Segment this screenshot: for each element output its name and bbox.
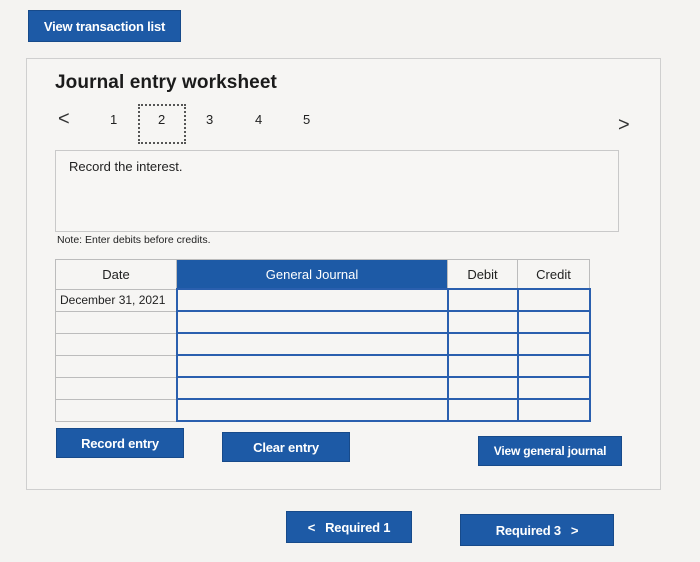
table-row — [55, 376, 591, 400]
table-row: December 31, 2021 — [55, 288, 591, 312]
account-input[interactable] — [175, 288, 449, 312]
debit-input[interactable] — [446, 376, 519, 400]
chevron-right-icon: > — [570, 522, 579, 538]
required-1-button[interactable]: < Required 1 — [286, 511, 412, 543]
chevron-right-icon[interactable]: > — [618, 114, 630, 137]
date-cell: December 31, 2021 — [55, 288, 177, 312]
table-row — [55, 398, 591, 422]
view-transaction-list-label: View transaction list — [43, 18, 166, 34]
page-title: Journal entry worksheet — [55, 72, 277, 93]
account-input[interactable] — [175, 310, 449, 334]
account-input[interactable] — [175, 332, 449, 356]
credit-input[interactable] — [516, 398, 591, 422]
credit-input[interactable] — [516, 332, 591, 356]
journal-table: Date General Journal Debit Credit Decemb… — [55, 259, 591, 422]
table-row — [55, 354, 591, 378]
column-header-date: Date — [55, 259, 177, 290]
debits-note: Note: Enter debits before credits. — [57, 234, 211, 246]
credit-input[interactable] — [516, 376, 591, 400]
page: View transaction list Journal entry work… — [0, 0, 700, 562]
credit-input[interactable] — [516, 288, 591, 312]
credit-input[interactable] — [516, 354, 591, 378]
date-cell — [55, 376, 177, 400]
debit-input[interactable] — [446, 398, 519, 422]
account-input[interactable] — [175, 398, 449, 422]
chevron-left-icon[interactable]: < — [58, 108, 70, 131]
table-row — [55, 332, 591, 356]
clear-entry-button[interactable]: Clear entry — [222, 432, 350, 462]
step-5[interactable]: 5 — [303, 112, 310, 127]
debit-input[interactable] — [446, 332, 519, 356]
debit-input[interactable] — [446, 310, 519, 334]
required-1-label: Required 1 — [325, 519, 391, 535]
column-header-debit: Debit — [447, 259, 518, 290]
required-3-label: Required 3 — [495, 522, 561, 538]
column-header-credit: Credit — [517, 259, 590, 290]
record-entry-label: Record entry — [81, 435, 159, 451]
debit-input[interactable] — [446, 354, 519, 378]
date-cell — [55, 398, 177, 422]
record-entry-button[interactable]: Record entry — [56, 428, 184, 458]
date-cell — [55, 354, 177, 378]
debit-input[interactable] — [446, 288, 519, 312]
view-transaction-list-button[interactable]: View transaction list — [28, 10, 181, 42]
step-2[interactable]: 2 — [158, 112, 165, 127]
requirement-text: Record the interest. — [69, 159, 183, 174]
column-header-general-journal: General Journal — [176, 259, 448, 290]
required-3-button[interactable]: Required 3 > — [460, 514, 614, 546]
view-general-journal-label: View general journal — [493, 444, 607, 458]
date-cell — [55, 310, 177, 334]
date-cell — [55, 332, 177, 356]
view-general-journal-button[interactable]: View general journal — [478, 436, 622, 466]
account-input[interactable] — [175, 376, 449, 400]
clear-entry-label: Clear entry — [253, 439, 319, 455]
chevron-left-icon: < — [307, 519, 316, 535]
step-4[interactable]: 4 — [255, 112, 262, 127]
credit-input[interactable] — [516, 310, 591, 334]
step-1[interactable]: 1 — [110, 112, 117, 127]
step-3[interactable]: 3 — [206, 112, 213, 127]
account-input[interactable] — [175, 354, 449, 378]
table-row — [55, 310, 591, 334]
